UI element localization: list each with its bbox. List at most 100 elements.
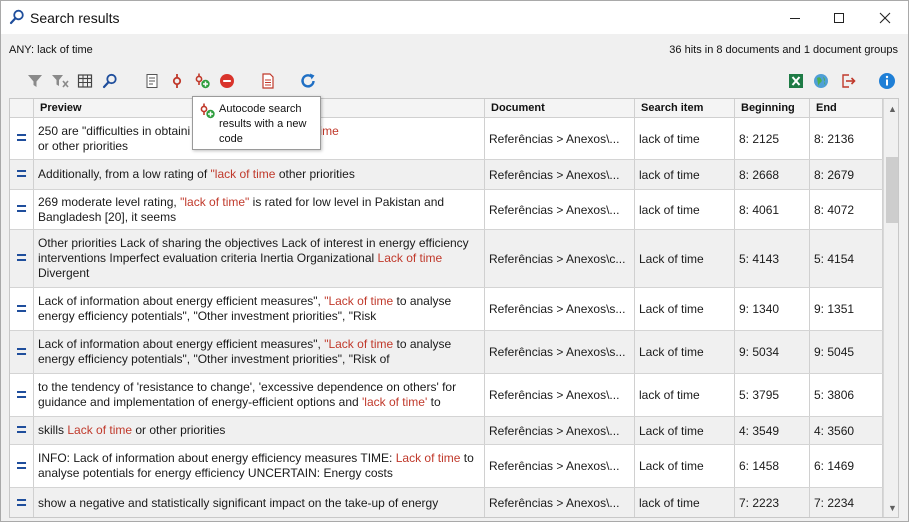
- end-cell: 7: 2234: [810, 488, 883, 517]
- autocode-icon[interactable]: [193, 72, 211, 90]
- document-cell: Referências > Anexos\...: [485, 118, 635, 159]
- row-marker-icon: =: [10, 118, 34, 159]
- report-icon[interactable]: [259, 72, 277, 90]
- preview-highlight: "Lack of time: [324, 337, 394, 351]
- table-row[interactable]: = Lack of information about energy effici…: [10, 288, 883, 331]
- preview-text-before: INFO: Lack of information about energy e…: [38, 451, 396, 465]
- title-bar: Search results: [1, 1, 908, 34]
- preview-text-after: or other priorities: [132, 423, 226, 437]
- document-cell: Referências > Anexos\...: [485, 417, 635, 444]
- end-column-header[interactable]: End: [810, 99, 883, 118]
- search-item-cell: lack of time: [635, 374, 735, 416]
- scroll-up-icon[interactable]: ▲: [884, 100, 898, 117]
- close-button[interactable]: [862, 1, 908, 34]
- row-marker-icon: =: [10, 160, 34, 189]
- beginning-column-header[interactable]: Beginning: [735, 99, 810, 118]
- preview-cell: 269 moderate level rating, "lack of time…: [34, 190, 485, 229]
- row-marker-icon: =: [10, 445, 34, 487]
- refresh-icon[interactable]: [299, 72, 317, 90]
- preview-text: skills Lack of time or other priorities: [38, 423, 225, 438]
- end-cell: 9: 1351: [810, 288, 883, 330]
- vertical-scrollbar[interactable]: ▲ ▼: [883, 99, 898, 517]
- document-column-header[interactable]: Document: [485, 99, 635, 118]
- beginning-cell: 9: 5034: [735, 331, 810, 373]
- window-title: Search results: [30, 10, 120, 26]
- table-row[interactable]: = Additionally, from a low rating of "lac…: [10, 160, 883, 190]
- preview-text-before: 269 moderate level rating,: [38, 194, 181, 209]
- preview-text: Lack of information about energy efficie…: [38, 294, 480, 324]
- clear-filter-icon[interactable]: [51, 72, 69, 90]
- beginning-cell: 6: 1458: [735, 445, 810, 487]
- preview-text-before: Lack of information about energy efficie…: [38, 294, 325, 308]
- row-marker-icon: =: [10, 288, 34, 330]
- filter-icon[interactable]: [26, 72, 44, 90]
- search-query: ANY: lack of time: [9, 44, 93, 56]
- preview-cell: show a negative and statistically signif…: [34, 488, 485, 517]
- preview-text-before: Lack of information about energy efficie…: [38, 337, 325, 351]
- export-icon[interactable]: [839, 72, 857, 90]
- excel-export-icon[interactable]: [787, 72, 805, 90]
- preview-text: show a negative and statistically signif…: [38, 496, 438, 511]
- scroll-down-icon[interactable]: ▼: [884, 499, 898, 516]
- preview-text-after: other priorities: [275, 167, 355, 181]
- delete-icon[interactable]: [218, 72, 236, 90]
- web-export-icon[interactable]: [812, 72, 830, 90]
- preview-text: Lack of information about energy efficie…: [38, 337, 480, 367]
- row-marker-icon: =: [10, 417, 34, 444]
- search-results-window: Search results ANY: lack of time 36 hits…: [0, 0, 909, 522]
- preview-highlight: 'lack of time': [362, 395, 428, 409]
- document-cell: Referências > Anexos\...: [485, 488, 635, 517]
- table-row[interactable]: = Lack of information about energy effici…: [10, 331, 883, 374]
- preview-cell: Additionally, from a low rating of "lack…: [34, 160, 485, 189]
- end-cell: 8: 2136: [810, 118, 883, 159]
- end-cell: 5: 4154: [810, 230, 883, 287]
- preview-text-after: Divergent: [38, 266, 90, 280]
- search-item-cell: Lack of time: [635, 230, 735, 287]
- table-row[interactable]: = to the tendency of 'resistance to chang…: [10, 374, 883, 417]
- document-preview-icon[interactable]: [143, 72, 161, 90]
- preview-highlight: "lack of time": [180, 194, 250, 209]
- table-row[interactable]: = show a negative and statistically signi…: [10, 488, 883, 517]
- end-cell: 5: 3806: [810, 374, 883, 416]
- search-item-cell: Lack of time: [635, 417, 735, 444]
- preview-text-before: 250 are "difficulties in obtaini: [38, 123, 191, 138]
- preview-cell: Lack of information about energy efficie…: [34, 288, 485, 330]
- magnifier-icon: [9, 9, 25, 25]
- table-row[interactable]: = Other priorities Lack of sharing the ob…: [10, 230, 883, 288]
- marker-column-header: [10, 99, 34, 118]
- row-marker-icon: =: [10, 488, 34, 517]
- help-icon[interactable]: [878, 72, 896, 90]
- preview-cell: to the tendency of 'resistance to change…: [34, 374, 485, 416]
- row-marker-icon: =: [10, 230, 34, 287]
- minimize-button[interactable]: [772, 1, 818, 34]
- preview-text-before: Additionally, from a low rating of: [38, 167, 211, 181]
- scrollbar-thumb[interactable]: [886, 157, 898, 223]
- preview-text-before: skills: [38, 423, 68, 437]
- preview-text: Additionally, from a low rating of "lack…: [38, 167, 355, 182]
- end-cell: 6: 1469: [810, 445, 883, 487]
- preview-highlight: Lack of time: [377, 251, 443, 265]
- preview-text: to the tendency of 'resistance to change…: [38, 380, 480, 410]
- table-row[interactable]: =250 are "difficulties in obtaini of equ…: [10, 118, 883, 160]
- activate-code-icon[interactable]: [168, 72, 186, 90]
- row-marker-icon: =: [10, 190, 34, 229]
- row-marker-icon: =: [10, 331, 34, 373]
- search-item-column-header[interactable]: Search item: [635, 99, 735, 118]
- maximize-button[interactable]: [816, 1, 862, 34]
- search-item-cell: lack of time: [635, 190, 735, 229]
- table-row[interactable]: = INFO: Lack of information about energy …: [10, 445, 883, 488]
- table-row[interactable]: = skills Lack of time or other priorities…: [10, 417, 883, 445]
- end-cell: 8: 4072: [810, 190, 883, 229]
- preview-highlight: Lack of time: [395, 451, 461, 465]
- table-row[interactable]: = 269 moderate level rating, "lack of tim…: [10, 190, 883, 230]
- beginning-cell: 5: 3795: [735, 374, 810, 416]
- preview-highlight: Lack of time: [67, 423, 133, 437]
- search-item-cell: lack of time: [635, 118, 735, 159]
- preview-highlight: "Lack of time: [324, 294, 394, 308]
- hits-summary: 36 hits in 8 documents and 1 document gr…: [669, 44, 898, 56]
- search-icon[interactable]: [101, 72, 119, 90]
- columns-icon[interactable]: [76, 72, 94, 90]
- preview-text-after: to: [427, 395, 441, 409]
- row-marker-icon: =: [10, 374, 34, 416]
- document-cell: Referências > Anexos\...: [485, 374, 635, 416]
